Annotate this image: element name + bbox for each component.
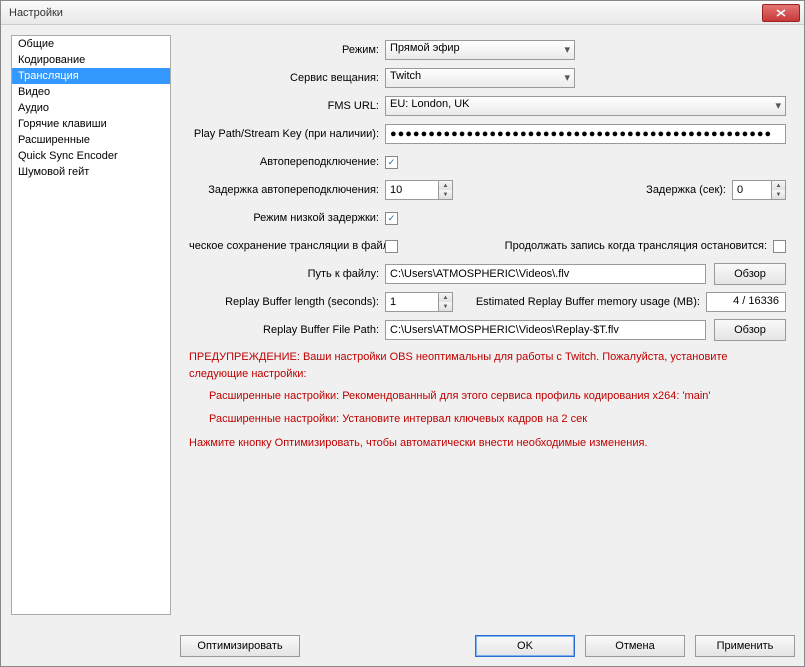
sidebar-item-hotkeys[interactable]: Горячие клавиши — [12, 116, 170, 132]
warning-action: Нажмите кнопку Оптимизировать, чтобы авт… — [189, 435, 786, 452]
warning-line1: ПРЕДУПРЕЖДЕНИЕ: Ваши настройки OBS неопт… — [189, 349, 786, 382]
sidebar-item-noisegate[interactable]: Шумовой гейт — [12, 164, 170, 180]
delay-input[interactable] — [732, 180, 772, 200]
filepath-label: Путь к файлу: — [189, 268, 379, 280]
warning-text: ПРЕДУПРЕЖДЕНИЕ: Ваши настройки OBS неопт… — [189, 349, 786, 452]
sidebar-item-audio[interactable]: Аудио — [12, 100, 170, 116]
playpath-label: Play Path/Stream Key (при наличии): — [189, 128, 379, 140]
lowlatency-label: Режим низкой задержки: — [189, 212, 379, 224]
warning-line2: Расширенные настройки: Рекомендованный д… — [209, 388, 786, 405]
spin-up-icon[interactable]: ▲ — [439, 293, 452, 302]
sidebar-item-video[interactable]: Видео — [12, 84, 170, 100]
browse-file-button[interactable]: Обзор — [714, 263, 786, 285]
apply-button[interactable]: Применить — [695, 635, 795, 657]
keeprecord-label: Продолжать запись когда трансляция остан… — [505, 240, 767, 252]
ok-button[interactable]: OK — [475, 635, 575, 657]
browse-replay-button[interactable]: Обзор — [714, 319, 786, 341]
spin-up-icon[interactable]: ▲ — [439, 181, 452, 190]
spin-down-icon[interactable]: ▼ — [439, 190, 452, 199]
mode-label: Режим: — [189, 44, 379, 56]
replay-length-label: Replay Buffer length (seconds): — [189, 296, 379, 308]
sidebar: Общие Кодирование Трансляция Видео Аудио… — [11, 35, 171, 615]
savefile-label: ческое сохранение трансляции в файл: — [189, 240, 379, 252]
fms-label: FMS URL: — [189, 100, 379, 112]
sidebar-item-advanced[interactable]: Расширенные — [12, 132, 170, 148]
spin-down-icon[interactable]: ▼ — [772, 190, 785, 199]
sidebar-item-general[interactable]: Общие — [12, 36, 170, 52]
optimize-button[interactable]: Оптимизировать — [180, 635, 300, 657]
autoreconnect-delay-label: Задержка автопереподключения: — [189, 184, 379, 196]
keeprecord-checkbox[interactable] — [773, 240, 786, 253]
savefile-checkbox[interactable] — [385, 240, 398, 253]
service-select[interactable]: Twitch — [385, 68, 575, 88]
spin-down-icon[interactable]: ▼ — [439, 302, 452, 311]
filepath-input[interactable] — [385, 264, 706, 284]
delay-label: Задержка (сек): — [646, 184, 726, 196]
replay-memory-value: 4 / 16336 — [706, 292, 786, 312]
replay-length-input[interactable] — [385, 292, 439, 312]
replay-path-label: Replay Buffer File Path: — [189, 324, 379, 336]
playpath-input[interactable] — [385, 124, 786, 144]
warning-line3: Расширенные настройки: Установите интерв… — [209, 411, 786, 428]
lowlatency-checkbox[interactable]: ✓ — [385, 212, 398, 225]
autoreconnect-label: Автопереподключение: — [189, 156, 379, 168]
fms-select[interactable]: EU: London, UK — [385, 96, 786, 116]
cancel-button[interactable]: Отмена — [585, 635, 685, 657]
service-label: Сервис вещания: — [189, 72, 379, 84]
sidebar-item-broadcast[interactable]: Трансляция — [12, 68, 170, 84]
sidebar-item-quicksync[interactable]: Quick Sync Encoder — [12, 148, 170, 164]
window-title: Настройки — [5, 7, 762, 19]
spin-up-icon[interactable]: ▲ — [772, 181, 785, 190]
mode-select[interactable]: Прямой эфир — [385, 40, 575, 60]
sidebar-item-encoding[interactable]: Кодирование — [12, 52, 170, 68]
autoreconnect-delay-input[interactable] — [385, 180, 439, 200]
replay-memory-label: Estimated Replay Buffer memory usage (MB… — [476, 296, 700, 308]
autoreconnect-checkbox[interactable]: ✓ — [385, 156, 398, 169]
close-button[interactable] — [762, 4, 800, 22]
replay-path-input[interactable] — [385, 320, 706, 340]
